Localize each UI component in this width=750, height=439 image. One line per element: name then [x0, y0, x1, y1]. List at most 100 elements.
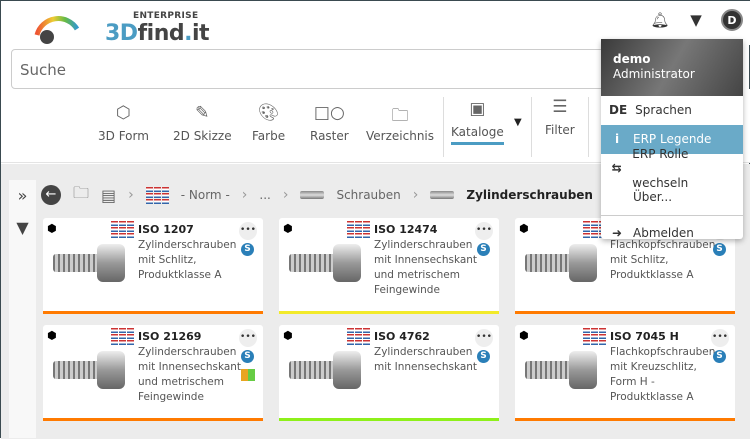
flags-icon	[347, 221, 370, 238]
product-description: Zylinderschrauben mit Schlitz, Produktkl…	[138, 239, 237, 281]
3d-cube-icon: ⬢	[283, 222, 293, 235]
sidebar: » ▼	[9, 180, 36, 438]
product-title: ISO 21269	[138, 330, 202, 343]
breadcrumb-item[interactable]: - Norm -	[181, 188, 230, 202]
flags-icon	[583, 328, 606, 345]
product-card[interactable]: ⬢ ISO 7045 H Flachkopfschrauben mit Kreu…	[515, 325, 735, 421]
logo[interactable]: ENTERPRISE 3Dfind.it	[29, 7, 210, 46]
tool-label: Kataloge	[451, 125, 504, 145]
divider	[443, 97, 444, 157]
product-title: ISO 4762	[374, 330, 430, 343]
more-options-button[interactable]: •••	[239, 329, 257, 347]
users-swap-icon: ⇆	[611, 161, 622, 175]
product-card[interactable]: ⬢ ISO 21269 Zylinderschrauben mit Innens…	[43, 325, 263, 421]
s-badge-icon: S	[241, 243, 254, 256]
s-badge-icon: S	[477, 243, 490, 256]
s-badge-icon: S	[241, 350, 254, 363]
3d-cube-icon: ⬢	[283, 329, 293, 342]
back-icon[interactable]: ←	[41, 185, 61, 205]
menu-label: Sprachen	[635, 103, 692, 117]
folder-search-icon[interactable]: 🗀	[73, 182, 89, 209]
palette-icon: 🎨︎	[257, 103, 280, 123]
catalog-icon: ▣	[469, 99, 486, 119]
product-title: ISO 7045 H	[610, 330, 679, 343]
tool-2d-sketch[interactable]: ✎ 2D Skizze	[173, 103, 232, 143]
product-image	[525, 244, 600, 284]
product-image	[525, 351, 600, 391]
tool-label: 3D Form	[98, 129, 149, 143]
product-card[interactable]: ⬢ ISO 4762 Zylinderschrauben mit Innense…	[279, 325, 499, 421]
menu-label: Abmelden	[633, 226, 694, 240]
tool-directory[interactable]: 🗀 Verzeichnis	[366, 103, 434, 143]
menu-label: Über...	[633, 190, 673, 204]
s-badge-icon: S	[477, 350, 490, 363]
chevron-right-icon: ›	[128, 187, 134, 203]
catalog-dropdown[interactable]: ▼	[514, 117, 522, 128]
avatar[interactable]: D	[721, 9, 743, 31]
more-options-button[interactable]: •••	[475, 222, 493, 240]
chevron-right-icon: ›	[241, 187, 248, 203]
3d-cube-icon: ⬢	[47, 222, 57, 235]
chevron-right-icon: ›	[282, 187, 289, 203]
product-description: Zylinderschrauben mit Innensechskant	[374, 346, 478, 373]
catalog-icon[interactable]: ▤	[101, 186, 116, 205]
logout-icon: ➜	[611, 226, 623, 240]
more-options-button[interactable]: •••	[475, 329, 493, 347]
flags-icon	[347, 328, 370, 345]
tool-filter[interactable]: ☰ Filter	[545, 97, 575, 137]
breadcrumb-item[interactable]: Schrauben	[336, 188, 400, 202]
info-icon: i	[614, 132, 620, 146]
menu-erp-role[interactable]: ⇆ ERP Rolle wechseln	[601, 147, 743, 190]
sliders-icon: ☰	[552, 97, 568, 117]
filter-icon[interactable]: ▼	[9, 212, 36, 244]
3d-cube-icon: ⬢	[47, 329, 57, 342]
product-card[interactable]: ⬢ ISO 1207 Zylinderschrauben mit Schlitz…	[43, 218, 263, 314]
product-description: Flachkopfschrauben mit Kreuzschlitz, For…	[610, 346, 716, 403]
status-bar	[279, 418, 499, 421]
user-header: demo Administrator	[601, 39, 743, 96]
flags-icon	[145, 186, 169, 204]
breadcrumb-item[interactable]: ...	[259, 188, 270, 202]
more-options-button[interactable]: •••	[239, 222, 257, 240]
tool-3d-form[interactable]: ⬡ 3D Form	[98, 103, 149, 143]
3d-cube-icon: ⬢	[519, 222, 529, 235]
logo-text: 3Dfind.it	[105, 21, 210, 46]
3d-cube-icon: ⬢	[519, 329, 529, 342]
expand-icon[interactable]: »	[9, 180, 36, 212]
divider	[588, 97, 589, 157]
filter-icon[interactable]: ▼	[685, 9, 707, 31]
product-card[interactable]: ⬢ ISO 12474 Zylinderschrauben mit Innens…	[279, 218, 499, 314]
menu-logout[interactable]: ➜ Abmelden	[601, 219, 743, 248]
user-role: Administrator	[613, 67, 695, 81]
cube-icon: ⬡	[116, 103, 131, 123]
product-title: ISO 12474	[374, 223, 438, 236]
user-menu: demo Administrator DE Sprachen i ERP Legend…	[601, 39, 743, 240]
tool-catalogs[interactable]: ▣ Kataloge	[451, 99, 504, 145]
product-image	[53, 244, 128, 284]
divider	[601, 215, 743, 216]
s-badge-icon: S	[713, 350, 726, 363]
menu-languages[interactable]: DE Sprachen	[601, 96, 743, 125]
bell-icon[interactable]: 🔔︎	[649, 9, 671, 31]
erp-status-icon	[241, 369, 255, 381]
screw-icon	[430, 191, 455, 199]
tool-label: 2D Skizze	[173, 129, 232, 143]
status-bar	[279, 311, 499, 314]
tool-label: Farbe	[252, 129, 286, 143]
more-options-button[interactable]: •••	[711, 329, 729, 347]
product-image	[53, 351, 128, 391]
gauge-logo-icon	[34, 16, 80, 44]
search-input[interactable]: Suche	[11, 49, 631, 89]
flags-icon	[111, 221, 134, 238]
user-name: demo	[613, 52, 651, 66]
tool-color[interactable]: 🎨︎ Farbe	[252, 103, 285, 143]
breadcrumb-current: Zylinderschrauben	[466, 188, 593, 202]
folder-icon: 🗀	[391, 106, 409, 126]
tool-label: Filter	[545, 123, 575, 137]
status-bar	[43, 311, 263, 314]
product-title: ISO 1207	[138, 223, 194, 236]
product-description: Zylinderschrauben mit Innensechskant und…	[374, 239, 478, 296]
divider	[531, 97, 532, 157]
logo-enterprise: ENTERPRISE	[133, 11, 199, 21]
tool-grid[interactable]: □○ Raster	[310, 103, 349, 143]
